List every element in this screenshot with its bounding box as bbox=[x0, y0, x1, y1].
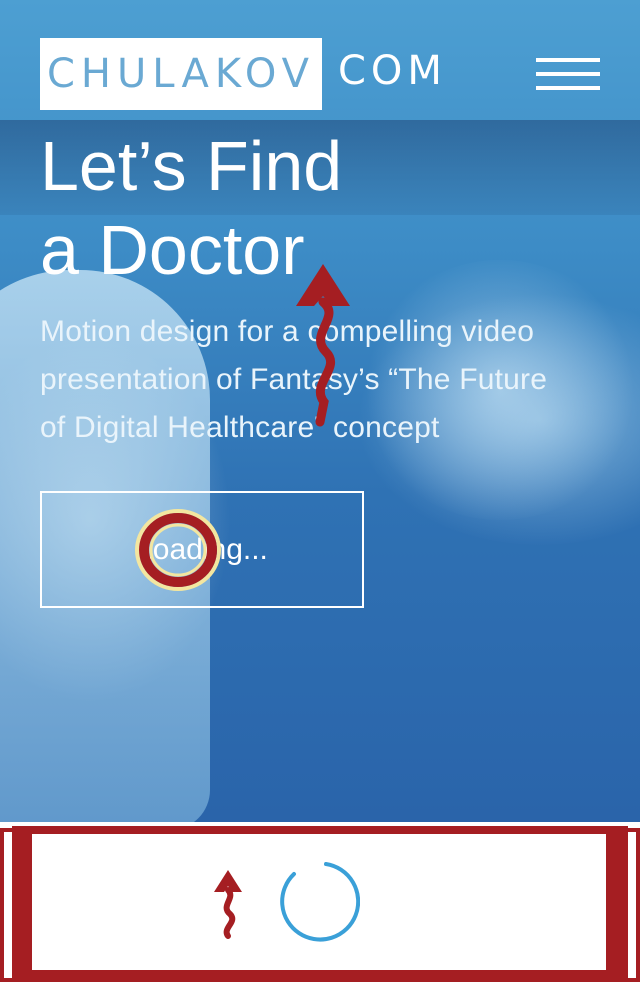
hamburger-menu-icon[interactable] bbox=[536, 58, 600, 92]
loading-button-label: Loading... bbox=[136, 532, 268, 566]
description-line-3: of Digital Healthcare” concept bbox=[40, 411, 440, 444]
menu-line-middle bbox=[536, 72, 600, 76]
site-logo[interactable]: CHULAKOV bbox=[40, 38, 322, 110]
title-line-2: a Doctor bbox=[40, 211, 305, 289]
logo-text: CHULAKOV bbox=[46, 51, 316, 97]
hero-section: CHULAKOV COM Let’s Find a Doctor Motion … bbox=[0, 0, 640, 822]
loading-button[interactable]: Loading... bbox=[40, 491, 364, 608]
hero-description: Motion design for a compelling video pre… bbox=[40, 308, 600, 452]
description-line-1: Motion design for a compelling video bbox=[40, 315, 535, 348]
loading-spinner-icon bbox=[280, 862, 360, 942]
title-line-1: Let’s Find bbox=[40, 127, 343, 205]
menu-line-top bbox=[536, 58, 600, 62]
small-up-arrow-annotation-icon bbox=[214, 870, 242, 939]
description-line-2: presentation of Fantasy’s “The Future bbox=[40, 363, 548, 396]
highlight-frame-annotation bbox=[0, 826, 640, 982]
loading-footer bbox=[0, 822, 640, 982]
menu-line-bottom bbox=[536, 86, 600, 90]
page-title: Let’s Find a Doctor bbox=[40, 124, 342, 292]
logo-suffix: COM bbox=[338, 48, 447, 94]
